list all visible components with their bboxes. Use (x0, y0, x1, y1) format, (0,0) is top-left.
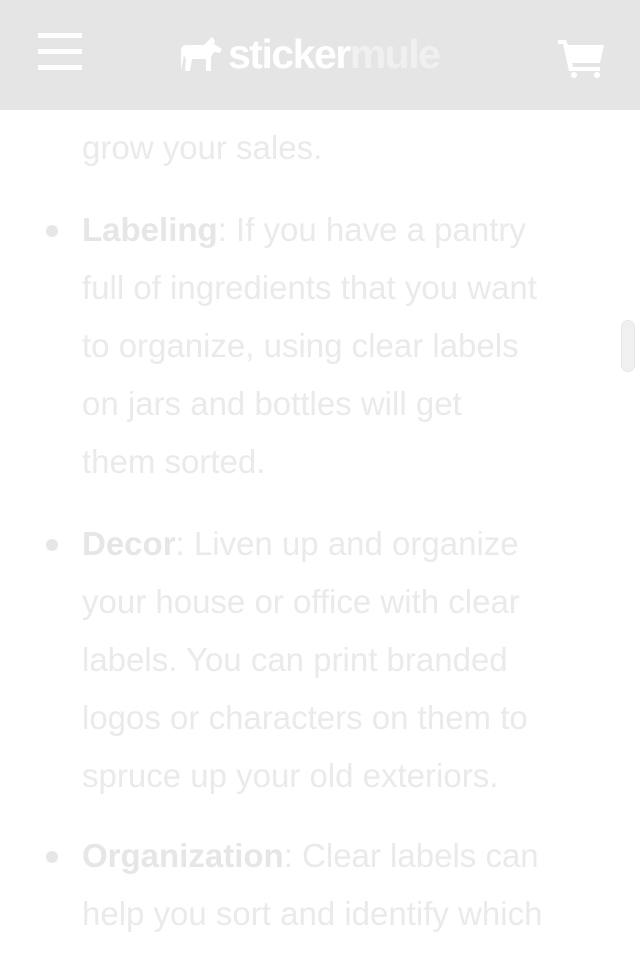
stickermule-logo[interactable]: stickermule (178, 30, 441, 78)
list-item-text: your house or office with clear (82, 583, 520, 620)
scrollbar-thumb[interactable] (621, 320, 635, 372)
logo-text-sticker: sticker (228, 31, 351, 77)
list-item-term: Labeling (82, 211, 218, 248)
list-item-text: on jars and bottles will get (82, 385, 462, 422)
list-item-term: Decor (82, 525, 176, 562)
bullet-dot (46, 225, 58, 237)
logo-text-mule: mule (349, 31, 441, 77)
bullet-dot (46, 539, 58, 551)
list-item-text: logos or characters on them to (82, 699, 528, 736)
list-item-text: to organize, using clear labels (82, 327, 519, 364)
list-item-decor: Decor: Liven up and organize your house … (46, 515, 612, 805)
list-item-text: full of ingredients that you want (82, 269, 537, 306)
list-item-organization: Organization: Clear labels can help you … (46, 827, 612, 943)
list-item-text: : Liven up and organize (175, 525, 519, 562)
hamburger-menu-icon[interactable] (38, 33, 82, 73)
list-item-labeling: Labeling: If you have a pantry full of i… (46, 201, 612, 491)
mule-logo-icon (181, 37, 222, 71)
article-content: grow your sales. Labeling: If you have a… (0, 0, 640, 959)
list-item-text: spruce up your old exteriors. (82, 757, 499, 794)
list-item-text: labels. You can print branded (82, 641, 508, 678)
list-item-text: : Clear labels can (283, 837, 539, 874)
bullet-dot (46, 851, 58, 863)
shopping-cart-icon[interactable] (556, 36, 606, 78)
list-item-text: help you sort and identify which (82, 895, 543, 932)
site-header: stickermule (0, 0, 640, 110)
list-item-term: Organization (82, 837, 284, 874)
list-item-text: them sorted. (82, 443, 266, 480)
previous-paragraph-tail: grow your sales. (82, 129, 323, 166)
list-item-text: : If you have a pantry (217, 211, 526, 248)
